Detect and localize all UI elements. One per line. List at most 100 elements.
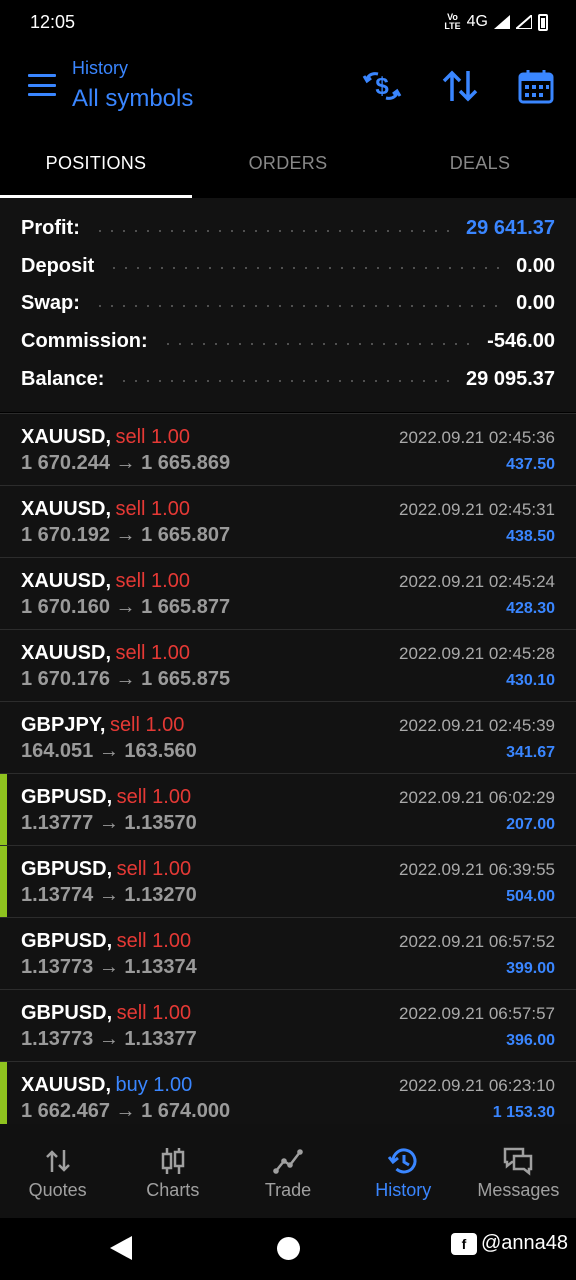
deal-profit: 396.00	[506, 1032, 555, 1049]
charts-icon	[161, 1148, 185, 1174]
deal-symbol: GBPUSD,	[21, 1002, 113, 1024]
deal-profit: 207.00	[506, 816, 555, 833]
header-titles: History All symbols	[72, 58, 193, 113]
profit-value: 29 641.37	[466, 217, 555, 240]
summary-row-commission: Commission: -546.00	[21, 323, 555, 361]
deal-prices: 1 670.176 → 1 665.875	[21, 668, 231, 690]
deal-profit: 504.00	[506, 888, 555, 905]
deal-row[interactable]: GBPUSD, sell 1.00 2022.09.21 06:57:57 1.…	[0, 989, 576, 1061]
currency-exchange-icon[interactable]: $	[362, 66, 402, 106]
deal-side: sell 1.00	[109, 714, 185, 736]
summary-row-deposit: Deposit 0.00	[21, 248, 555, 286]
status-bar: 12:05 Vo LTE 4G	[0, 0, 576, 44]
deal-row[interactable]: GBPJPY, sell 1.00 2022.09.21 02:45:39 16…	[0, 701, 576, 773]
deal-side: sell 1.00	[115, 426, 190, 448]
status-time: 12:05	[30, 11, 76, 32]
nav-messages[interactable]: Messages	[461, 1124, 576, 1218]
commission-value: -546.00	[487, 330, 555, 353]
summary-row-balance: Balance: 29 095.37	[21, 360, 555, 398]
watermark: f @anna48	[450, 1232, 568, 1255]
deal-row[interactable]: GBPUSD, sell 1.00 2022.09.21 06:02:29 1.…	[0, 773, 576, 845]
tab-positions[interactable]: POSITIONS	[0, 132, 192, 198]
deal-symbol: GBPUSD,	[21, 930, 113, 952]
nav-charts[interactable]: Charts	[115, 1124, 230, 1218]
deal-side: sell 1.00	[116, 858, 192, 880]
deal-profit: 1 153.30	[492, 1104, 555, 1121]
calendar-icon[interactable]	[516, 66, 556, 106]
deal-symbol: GBPUSD,	[21, 786, 113, 808]
nav-label: Quotes	[28, 1180, 87, 1200]
dot-leader	[93, 304, 503, 307]
deal-time: 2022.09.21 02:45:28	[399, 644, 555, 663]
deal-time: 2022.09.21 06:57:52	[399, 932, 555, 951]
deal-marker	[0, 1062, 7, 1133]
app-header: History All symbols $	[0, 44, 576, 132]
deal-row[interactable]: GBPUSD, sell 1.00 2022.09.21 06:39:55 1.…	[0, 845, 576, 917]
tab-deals[interactable]: DEALS	[384, 132, 576, 198]
watermark-text: @anna48	[480, 1232, 568, 1254]
summary-row-profit: Profit: 29 641.37	[21, 210, 555, 248]
deals-list: XAUUSD, sell 1.00 2022.09.21 02:45:36 1 …	[0, 413, 576, 1133]
profit-label: Profit:	[21, 217, 80, 240]
deal-time: 2022.09.21 02:45:39	[399, 716, 555, 735]
status-icons: Vo LTE 4G	[444, 13, 548, 31]
nav-label: Trade	[264, 1180, 312, 1200]
dot-leader	[161, 342, 474, 345]
signal-icon	[494, 15, 510, 29]
deal-marker	[0, 774, 7, 845]
deal-row[interactable]: XAUUSD, sell 1.00 2022.09.21 02:45:31 1 …	[0, 485, 576, 557]
header-title[interactable]: All symbols	[72, 85, 193, 113]
deposit-label: Deposit	[21, 254, 95, 277]
signal-icon-2	[516, 15, 532, 29]
nav-history[interactable]: History	[346, 1124, 461, 1218]
deal-profit: 437.50	[506, 456, 555, 473]
nav-trade[interactable]: Trade	[230, 1124, 345, 1218]
deal-row[interactable]: XAUUSD, sell 1.00 2022.09.21 02:45:24 1 …	[0, 557, 576, 629]
deal-profit: 430.10	[506, 672, 555, 689]
deal-profit: 341.67	[506, 744, 555, 761]
deal-time: 2022.09.21 06:57:57	[399, 1004, 555, 1023]
tab-orders[interactable]: ORDERS	[192, 132, 384, 198]
tab-bar: POSITIONS ORDERS DEALS	[0, 132, 576, 198]
home-icon[interactable]	[277, 1237, 300, 1260]
deal-side: buy 1.00	[115, 1074, 193, 1096]
deal-side: sell 1.00	[115, 498, 190, 520]
deal-prices: 1 670.192 → 1 665.807	[21, 524, 231, 546]
deal-side: sell 1.00	[116, 786, 192, 808]
trade-icon	[273, 1149, 303, 1174]
balance-value: 29 095.37	[466, 367, 555, 390]
dot-leader	[93, 229, 453, 232]
deal-profit: 428.30	[506, 600, 555, 617]
deal-time: 2022.09.21 02:45:24	[399, 572, 555, 591]
sort-icon[interactable]	[440, 66, 480, 106]
social-logo-icon: f	[450, 1232, 477, 1255]
deal-row[interactable]: XAUUSD, sell 1.00 2022.09.21 02:45:36 1 …	[0, 413, 576, 485]
deposit-value: 0.00	[516, 254, 555, 277]
nav-label: History	[375, 1180, 432, 1200]
deal-prices: 164.051 → 163.560	[21, 740, 197, 762]
deal-profit: 438.50	[506, 528, 555, 545]
menu-icon[interactable]	[28, 74, 56, 96]
deal-prices: 1.13773 → 1.13377	[21, 1028, 197, 1050]
deal-side: sell 1.00	[115, 570, 190, 592]
deal-row[interactable]: XAUUSD, buy 1.00 2022.09.21 06:23:10 1 6…	[0, 1061, 576, 1133]
deal-prices: 1.13777 → 1.13570	[21, 812, 197, 834]
deal-prices: 1.13773 → 1.13374	[21, 956, 197, 978]
deal-prices: 1.13774 → 1.13270	[21, 884, 197, 906]
back-icon[interactable]	[110, 1236, 132, 1260]
deal-prices: 1 670.244 → 1 665.869	[21, 452, 231, 474]
deal-symbol: XAUUSD,	[21, 1074, 112, 1096]
commission-label: Commission:	[21, 330, 148, 353]
deal-symbol: XAUUSD,	[21, 426, 112, 448]
deal-row[interactable]: XAUUSD, sell 1.00 2022.09.21 02:45:28 1 …	[0, 629, 576, 701]
deal-marker	[0, 846, 7, 917]
deal-row[interactable]: GBPUSD, sell 1.00 2022.09.21 06:57:52 1.…	[0, 917, 576, 989]
nav-quotes[interactable]: Quotes	[0, 1124, 115, 1218]
svg-text:$: $	[375, 73, 389, 100]
deal-time: 2022.09.21 06:23:10	[399, 1076, 555, 1095]
deal-prices: 1 662.467 → 1 674.000	[21, 1100, 231, 1122]
header-subtitle: History	[72, 58, 129, 78]
deal-time: 2022.09.21 06:02:29	[399, 788, 555, 807]
dot-leader	[118, 380, 453, 383]
quotes-icon	[45, 1150, 70, 1172]
